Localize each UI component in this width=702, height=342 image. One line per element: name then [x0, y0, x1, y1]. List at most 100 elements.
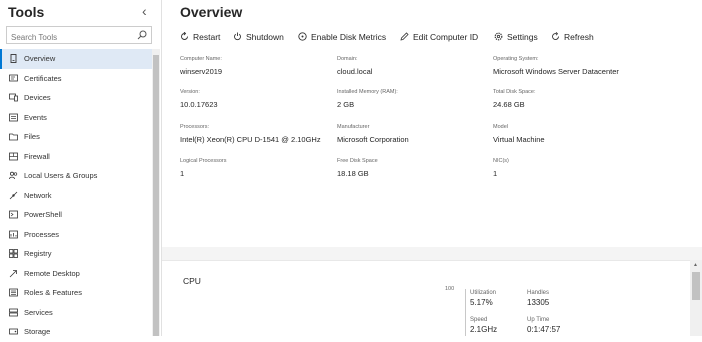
- refresh-icon: [552, 32, 559, 40]
- sidebar-scrollbar[interactable]: [152, 49, 160, 336]
- sidebar-item-label: Network: [24, 190, 52, 200]
- memory-value: 2 GB: [337, 100, 355, 109]
- cpu-title: CPU: [183, 276, 201, 286]
- free-disk-label: Free Disk Space: [337, 158, 378, 164]
- page-title: Overview: [180, 4, 243, 20]
- total-disk-value: 24.68 GB: [493, 100, 525, 109]
- sidebar-item-label: Devices: [24, 93, 51, 102]
- sidebar-item-local-users[interactable]: Local Users & Groups: [0, 166, 152, 186]
- registry-icon: [9, 249, 18, 258]
- memory-label: Installed Memory (RAM):: [337, 89, 398, 95]
- sidebar-item-label: Certificates: [24, 73, 62, 83]
- shutdown-button[interactable]: Shutdown: [233, 30, 285, 44]
- cpu-chart-axis: [465, 289, 466, 336]
- sidebar-item-certificates[interactable]: Certificates: [0, 69, 152, 89]
- sidebar-item-roles-features[interactable]: Roles & Features: [0, 283, 152, 303]
- processors-value: Intel(R) Xeon(R) CPU D-1541 @ 2.10GHz: [180, 135, 321, 144]
- collapse-sidebar-icon[interactable]: ‹: [142, 3, 147, 19]
- logical-processors-value: 1: [180, 169, 185, 178]
- settings-button[interactable]: Settings: [494, 30, 539, 44]
- firewall-icon: [9, 152, 18, 160]
- logical-processors-label: Logical Processors: [180, 158, 227, 164]
- cpu-panel: [162, 260, 702, 337]
- events-icon: [9, 113, 18, 121]
- sidebar-item-storage[interactable]: Storage: [0, 322, 152, 342]
- sidebar-item-label: Registry: [24, 249, 52, 258]
- speed-label: Speed: [470, 317, 488, 323]
- refresh-button[interactable]: Refresh: [551, 30, 595, 44]
- sidebar-item-label: Services: [24, 307, 53, 317]
- domain-value: cloud.local: [337, 67, 373, 76]
- network-icon: [9, 191, 18, 199]
- nics-value: 1: [493, 169, 498, 178]
- disk-metrics-icon: [298, 32, 307, 41]
- model-label: Model: [493, 124, 508, 130]
- nics-label: NIC(s): [493, 158, 509, 164]
- search-icon: [137, 30, 147, 40]
- tools-sidebar: Tools ‹ Overview Certificates Devices Ev…: [0, 0, 162, 336]
- services-icon: [9, 308, 18, 316]
- computer-name-value: winserv2019: [180, 67, 223, 76]
- main-scroll-thumb[interactable]: [692, 272, 700, 300]
- sidebar-item-label: Storage: [24, 327, 51, 336]
- sidebar-item-label: Processes: [24, 229, 60, 239]
- computer-icon: [10, 54, 17, 63]
- os-value: Microsoft Windows Server Datacenter: [493, 67, 619, 76]
- sidebar-item-label: PowerShell: [24, 210, 62, 219]
- sidebar-item-label: Events: [24, 112, 47, 122]
- search-tools-field[interactable]: [6, 26, 152, 46]
- sidebar-title: Tools: [8, 4, 45, 20]
- search-input[interactable]: [7, 29, 131, 46]
- restart-icon: [181, 32, 188, 40]
- sidebar-item-processes[interactable]: Processes: [0, 225, 152, 245]
- sidebar-item-devices[interactable]: Devices: [0, 88, 152, 108]
- main-scrollbar[interactable]: ▲: [690, 260, 702, 336]
- scroll-up-icon[interactable]: ▲: [693, 262, 698, 268]
- sidebar-item-powershell[interactable]: PowerShell: [0, 205, 152, 225]
- uptime-label: Up Time: [527, 317, 550, 323]
- enable-disk-metrics-button[interactable]: Enable Disk Metrics: [298, 30, 386, 44]
- sidebar-item-label: Roles & Features: [24, 288, 82, 297]
- total-disk-label: Total Disk Space:: [493, 89, 536, 95]
- version-label: Version:: [180, 89, 200, 95]
- edit-computer-id-button[interactable]: Edit Computer ID: [400, 30, 480, 44]
- sidebar-item-registry[interactable]: Registry: [0, 244, 152, 264]
- edit-icon: [400, 32, 409, 41]
- sidebar-item-label: Remote Desktop: [24, 268, 80, 278]
- handles-label: Handles: [527, 290, 550, 296]
- sidebar-item-services[interactable]: Services: [0, 303, 152, 323]
- sidebar-item-files[interactable]: Files: [0, 127, 152, 147]
- os-label: Operating System:: [493, 56, 539, 62]
- model-value: Virtual Machine: [493, 135, 545, 144]
- handles-value: 13305: [527, 298, 550, 307]
- sidebar-item-overview[interactable]: Overview: [0, 49, 152, 69]
- domain-label: Domain:: [337, 56, 358, 62]
- sidebar-item-remote-desktop[interactable]: Remote Desktop: [0, 264, 152, 284]
- gear-icon: [494, 32, 503, 41]
- speed-value: 2.1GHz: [470, 325, 498, 334]
- sidebar-item-firewall[interactable]: Firewall: [0, 147, 152, 167]
- storage-icon: [9, 328, 18, 335]
- users-icon: [9, 171, 18, 180]
- devices-icon: [9, 93, 18, 102]
- processes-icon: [9, 230, 18, 238]
- restart-button[interactable]: Restart: [180, 30, 222, 44]
- sidebar-item-network[interactable]: Network: [0, 186, 152, 206]
- certificate-icon: [9, 74, 18, 81]
- version-value: 10.0.17623: [180, 100, 218, 109]
- sidebar-item-label: Overview: [24, 54, 56, 63]
- sidebar-scroll-thumb[interactable]: [153, 55, 159, 336]
- sidebar-item-label: Firewall: [24, 151, 50, 161]
- utilization-value: 5.17%: [470, 298, 493, 307]
- power-icon: [234, 32, 241, 41]
- folder-icon: [9, 133, 18, 141]
- remote-desktop-icon: [9, 269, 17, 277]
- manufacturer-label: Manufacturer: [337, 124, 370, 130]
- sidebar-item-label: Files: [24, 132, 40, 141]
- section-divider: [162, 247, 702, 260]
- tools-list: Overview Certificates Devices Events Fil…: [0, 49, 152, 342]
- sidebar-item-events[interactable]: Events: [0, 108, 152, 128]
- manufacturer-value: Microsoft Corporation: [337, 135, 409, 144]
- cpu-axis-max: 100: [445, 286, 455, 292]
- free-disk-value: 18.18 GB: [337, 169, 369, 178]
